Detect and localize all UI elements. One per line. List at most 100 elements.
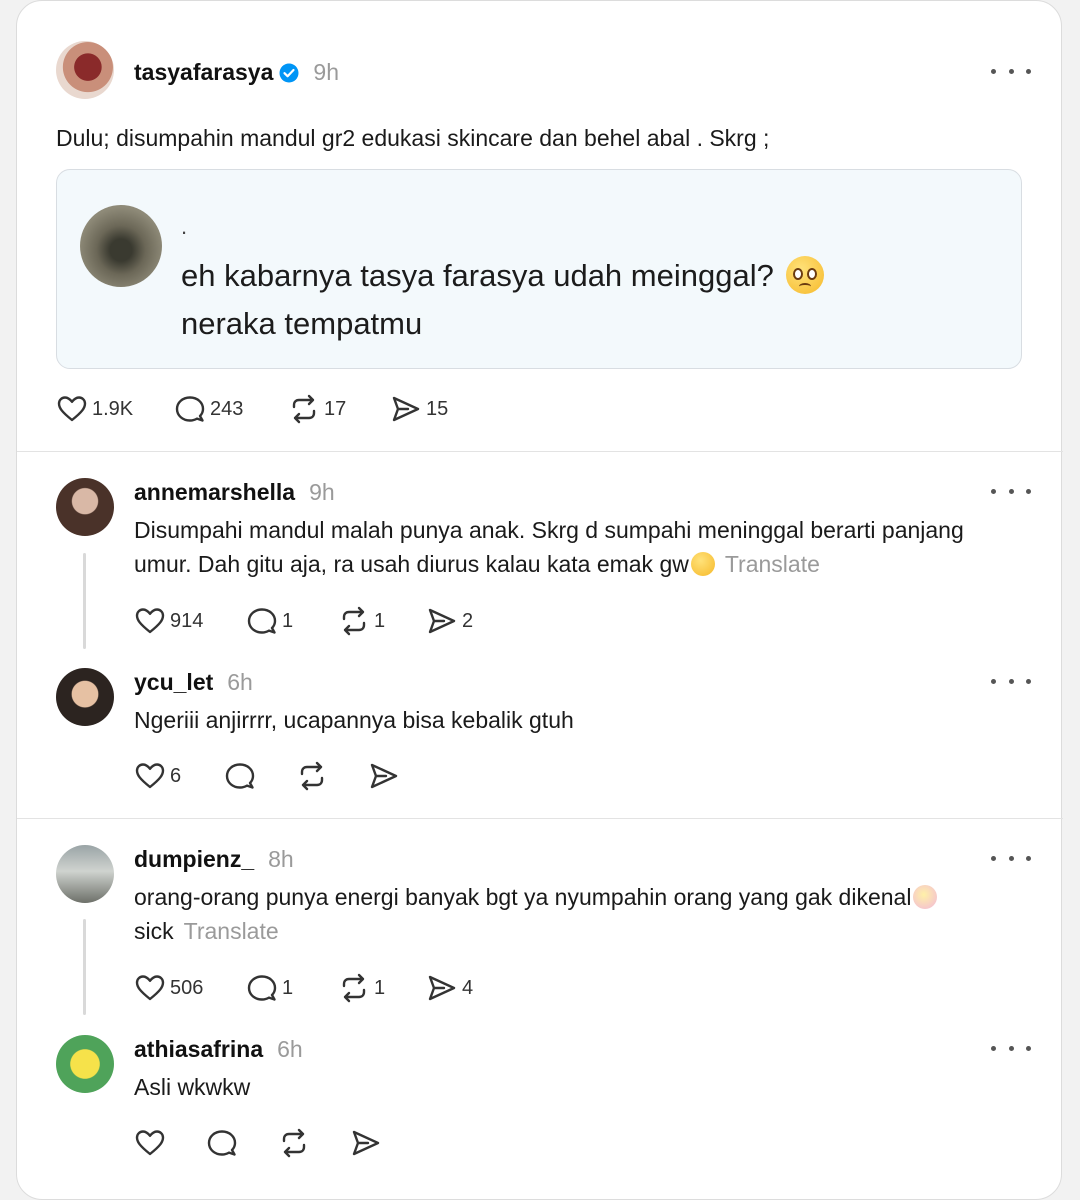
repost-count: 17 bbox=[324, 397, 347, 420]
translate-link[interactable]: Translate bbox=[725, 551, 820, 577]
share-count: 2 bbox=[462, 609, 474, 632]
reply-count: 1 bbox=[282, 609, 294, 632]
like-count: 6 bbox=[170, 764, 182, 787]
screaming-face-emoji bbox=[913, 885, 938, 909]
share-button[interactable] bbox=[368, 760, 400, 792]
reply-button[interactable]: 1 bbox=[246, 972, 293, 1004]
avatar[interactable] bbox=[56, 668, 114, 726]
avatar[interactable] bbox=[56, 1035, 114, 1093]
share-button[interactable]: 4 bbox=[426, 972, 473, 1004]
thread-line bbox=[83, 553, 86, 649]
heart-icon bbox=[134, 605, 166, 637]
share-count: 15 bbox=[426, 397, 449, 420]
username[interactable]: ycu_let bbox=[134, 669, 213, 695]
verified-badge-icon bbox=[279, 63, 299, 83]
more-icon[interactable] bbox=[991, 1038, 1031, 1058]
repost-button[interactable] bbox=[296, 760, 328, 792]
reply-button[interactable]: 243 bbox=[174, 393, 243, 425]
translate-link[interactable]: Translate bbox=[184, 918, 279, 944]
share-count: 4 bbox=[462, 976, 474, 999]
reply-text-line-1: orang-orang punya energi banyak bgt ya n… bbox=[134, 880, 938, 915]
reply-text-line-2: umur. Dah gitu aja, ra usah diurus kalau… bbox=[134, 547, 820, 582]
like-button[interactable]: 6 bbox=[134, 760, 181, 792]
post-time: 9h bbox=[313, 59, 339, 85]
heart-icon bbox=[134, 1127, 166, 1159]
reply-author[interactable]: dumpienz_ 8h bbox=[134, 846, 294, 873]
repost-button[interactable]: 1 bbox=[338, 605, 385, 637]
post-author[interactable]: tasyafarasya 9h bbox=[134, 59, 339, 86]
heart-icon bbox=[134, 972, 166, 1004]
reply-button[interactable] bbox=[206, 1127, 238, 1159]
repost-button[interactable]: 17 bbox=[288, 393, 346, 425]
divider bbox=[17, 818, 1063, 819]
quote-author: . bbox=[181, 214, 188, 239]
reply-text: sick bbox=[134, 918, 174, 944]
quote-line-1: eh kabarnya tasya farasya udah meinggal? bbox=[181, 256, 824, 294]
repost-icon bbox=[296, 760, 328, 792]
reply-actions: 914 1 1 2 bbox=[134, 605, 534, 637]
reply-actions: 6 bbox=[134, 760, 534, 792]
more-icon[interactable] bbox=[991, 671, 1031, 691]
share-icon bbox=[350, 1127, 382, 1159]
thread-line bbox=[83, 919, 86, 1015]
like-button[interactable] bbox=[134, 1127, 166, 1159]
more-icon[interactable] bbox=[991, 848, 1031, 868]
reply-author[interactable]: annemarshella 9h bbox=[134, 479, 335, 506]
pleading-face-emoji bbox=[785, 256, 824, 294]
share-button[interactable]: 15 bbox=[390, 393, 448, 425]
reply-time: 6h bbox=[277, 1036, 303, 1062]
comment-icon bbox=[246, 972, 278, 1004]
repost-icon bbox=[338, 605, 370, 637]
like-count: 914 bbox=[170, 609, 204, 632]
comment-icon bbox=[206, 1127, 238, 1159]
quote-avatar bbox=[80, 205, 162, 287]
share-button[interactable]: 2 bbox=[426, 605, 473, 637]
reply-text: Ngeriii anjirrrr, ucapannya bisa kebalik… bbox=[134, 707, 574, 733]
reply-text: umur. Dah gitu aja, ra usah diurus kalau… bbox=[134, 551, 689, 577]
like-button[interactable]: 1.9K bbox=[56, 393, 133, 425]
repost-button[interactable]: 1 bbox=[338, 972, 385, 1004]
username[interactable]: athiasafrina bbox=[134, 1036, 263, 1062]
heart-icon bbox=[56, 393, 88, 425]
reply-text: orang-orang punya energi banyak bgt ya n… bbox=[134, 884, 912, 910]
more-icon[interactable] bbox=[991, 481, 1031, 501]
repost-button[interactable] bbox=[278, 1127, 310, 1159]
repost-icon bbox=[338, 972, 370, 1004]
reply-text: Disumpahi mandul malah punya anak. Skrg … bbox=[134, 517, 964, 543]
quote-text: eh kabarnya tasya farasya udah meinggal? bbox=[181, 258, 774, 293]
like-count: 1.9K bbox=[92, 397, 134, 420]
like-button[interactable]: 506 bbox=[134, 972, 203, 1004]
reply-text: Asli wkwkw bbox=[134, 1074, 251, 1100]
reply-author[interactable]: athiasafrina 6h bbox=[134, 1036, 303, 1063]
like-count: 506 bbox=[170, 976, 204, 999]
heart-icon bbox=[134, 760, 166, 792]
post-actions: 1.9K 243 17 15 bbox=[56, 393, 556, 425]
username[interactable]: annemarshella bbox=[134, 479, 295, 505]
more-icon[interactable] bbox=[991, 61, 1031, 81]
share-button[interactable] bbox=[350, 1127, 382, 1159]
comment-icon bbox=[174, 393, 206, 425]
quote-line-2: neraka tempatmu bbox=[181, 306, 423, 341]
thread-card: tasyafarasya 9h Dulu; disumpahin mandul g… bbox=[16, 0, 1063, 1200]
avatar[interactable] bbox=[56, 41, 114, 99]
reply-time: 6h bbox=[227, 669, 253, 695]
username[interactable]: tasyafarasya bbox=[134, 59, 273, 85]
avatar[interactable] bbox=[56, 845, 114, 903]
laughing-emoji bbox=[690, 552, 715, 576]
share-icon bbox=[368, 760, 400, 792]
comment-icon bbox=[246, 605, 278, 637]
avatar[interactable] bbox=[56, 478, 114, 536]
share-icon bbox=[426, 972, 458, 1004]
username[interactable]: dumpienz_ bbox=[134, 846, 254, 872]
share-icon bbox=[426, 605, 458, 637]
repost-icon bbox=[288, 393, 320, 425]
reply-author[interactable]: ycu_let 6h bbox=[134, 669, 253, 696]
quoted-post[interactable]: . eh kabarnya tasya farasya udah meingga… bbox=[56, 169, 1022, 369]
divider bbox=[17, 451, 1063, 452]
reply-time: 8h bbox=[268, 846, 294, 872]
reply-button[interactable]: 1 bbox=[246, 605, 293, 637]
reply-button[interactable] bbox=[224, 760, 256, 792]
post-text: Dulu; disumpahin mandul gr2 edukasi skin… bbox=[56, 125, 770, 151]
comment-icon bbox=[224, 760, 256, 792]
like-button[interactable]: 914 bbox=[134, 605, 203, 637]
